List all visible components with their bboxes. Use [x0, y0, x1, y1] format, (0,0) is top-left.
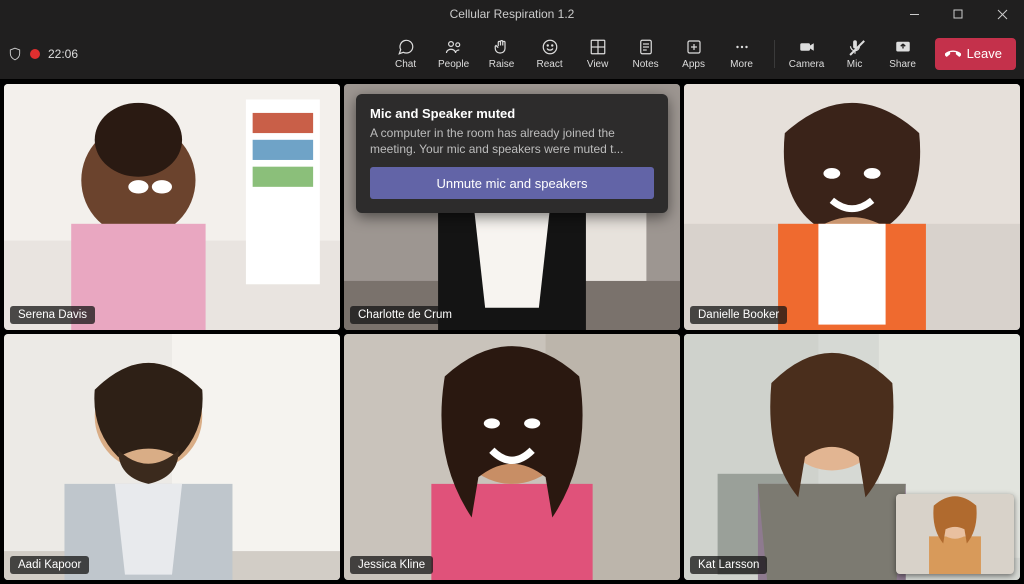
window-title: Cellular Respiration 1.2: [450, 7, 575, 21]
window-controls: [892, 0, 1024, 28]
more-icon: [733, 38, 751, 56]
participant-name: Aadi Kapoor: [10, 556, 89, 574]
meeting-timer: 22:06: [48, 47, 78, 61]
notes-button[interactable]: Notes: [624, 31, 668, 77]
share-icon: [894, 38, 912, 56]
toolbar-divider: [774, 40, 775, 68]
participant-name: Serena Davis: [10, 306, 95, 324]
view-grid-icon: [589, 38, 607, 56]
participant-name: Charlotte de Crum: [350, 306, 460, 324]
popover-body: A computer in the room has already joine…: [370, 125, 654, 157]
raise-hand-button[interactable]: Raise: [480, 31, 524, 77]
self-preview[interactable]: [896, 494, 1014, 574]
people-icon: [445, 38, 463, 56]
people-button[interactable]: People: [432, 31, 476, 77]
camera-icon: [798, 38, 816, 56]
participant-tile[interactable]: Jessica Kline: [344, 334, 680, 580]
participant-name: Kat Larsson: [690, 556, 767, 574]
shield-icon: [8, 47, 22, 61]
participant-name: Jessica Kline: [350, 556, 433, 574]
meeting-toolbar: 22:06 Chat People Raise React View: [0, 28, 1024, 80]
unmute-button[interactable]: Unmute mic and speakers: [370, 167, 654, 199]
video-grid: Serena Davis Mic and Speaker muted A com…: [0, 80, 1024, 584]
raise-hand-icon: [493, 38, 511, 56]
recording-indicator-icon: [30, 49, 40, 59]
close-button[interactable]: [980, 0, 1024, 28]
participant-tile[interactable]: Serena Davis: [4, 84, 340, 330]
leave-icon: [945, 46, 961, 62]
minimize-button[interactable]: [892, 0, 936, 28]
react-button[interactable]: React: [528, 31, 572, 77]
participant-tile[interactable]: Aadi Kapoor: [4, 334, 340, 580]
leave-button[interactable]: Leave: [935, 38, 1016, 70]
view-button[interactable]: View: [576, 31, 620, 77]
titlebar: Cellular Respiration 1.2: [0, 0, 1024, 28]
react-icon: [541, 38, 559, 56]
more-button[interactable]: More: [720, 31, 764, 77]
apps-button[interactable]: Apps: [672, 31, 716, 77]
participant-name: Danielle Booker: [690, 306, 787, 324]
mic-muted-icon: [846, 38, 864, 56]
participant-tile[interactable]: Danielle Booker: [684, 84, 1020, 330]
participant-tile[interactable]: Mic and Speaker muted A computer in the …: [344, 84, 680, 330]
chat-button[interactable]: Chat: [384, 31, 428, 77]
popover-title: Mic and Speaker muted: [370, 106, 654, 121]
meeting-status: 22:06: [8, 47, 78, 61]
maximize-button[interactable]: [936, 0, 980, 28]
camera-button[interactable]: Camera: [785, 31, 829, 77]
mute-popover: Mic and Speaker muted A computer in the …: [356, 94, 668, 213]
mic-button[interactable]: Mic: [833, 31, 877, 77]
chat-icon: [397, 38, 415, 56]
share-button[interactable]: Share: [881, 31, 925, 77]
apps-icon: [685, 38, 703, 56]
notes-icon: [637, 38, 655, 56]
participant-tile[interactable]: Kat Larsson •••: [684, 334, 1020, 580]
